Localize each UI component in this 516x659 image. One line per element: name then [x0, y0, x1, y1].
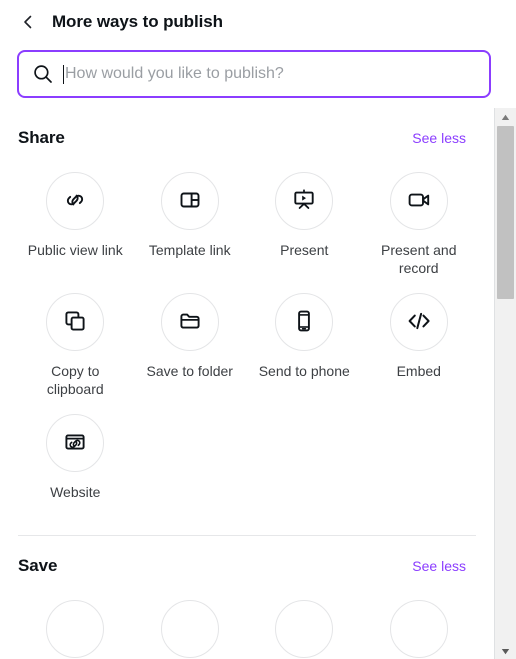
tile-partial[interactable] [133, 600, 248, 658]
text-caret [63, 64, 64, 84]
vertical-scrollbar[interactable] [494, 108, 516, 659]
tile-present[interactable]: Present [247, 172, 362, 277]
see-less-button-save[interactable]: See less [412, 558, 466, 574]
tile-partial[interactable] [362, 600, 477, 658]
tile-icon-circle [389, 600, 448, 658]
search-icon [31, 62, 55, 86]
see-less-button-share[interactable]: See less [412, 130, 466, 146]
tile-icon-circle [275, 600, 334, 658]
mobile-phone-icon [291, 308, 317, 337]
tile-icon-circle [46, 600, 105, 658]
tile-partial[interactable] [247, 600, 362, 658]
tile-public-view-link[interactable]: Public view link [18, 172, 133, 277]
tile-copy-to-clipboard[interactable]: Copy to clipboard [18, 293, 133, 398]
scroll-down-button[interactable] [495, 642, 516, 659]
tile-label: Website [50, 484, 101, 500]
scrollbar-thumb[interactable] [497, 126, 514, 299]
tile-label: Present [280, 242, 329, 258]
tile-present-and-record[interactable]: Present and record [362, 172, 477, 277]
triangle-up-icon [501, 108, 510, 126]
section-share: Share See less Public view link Template… [18, 108, 476, 536]
triangle-down-icon [501, 642, 510, 659]
section-header: Save See less [18, 556, 476, 582]
section-header: Share See less [18, 128, 476, 154]
copy-icon [62, 308, 88, 337]
publish-panel: More ways to publish Share See less [0, 0, 516, 659]
chevron-left-icon [19, 13, 37, 31]
code-brackets-icon [405, 307, 433, 338]
tile-icon-circle [160, 293, 219, 351]
tile-icon-circle [275, 293, 334, 351]
section-title: Save [18, 556, 58, 575]
page-title: More ways to publish [52, 12, 223, 31]
tile-icon-circle [46, 172, 105, 230]
tile-embed[interactable]: Embed [362, 293, 477, 398]
tile-label: Send to phone [258, 363, 350, 379]
layout-panel-icon [177, 187, 203, 216]
tile-icon-circle [160, 600, 219, 658]
scroll-up-button[interactable] [495, 108, 516, 125]
tile-icon-circle [275, 172, 334, 230]
tile-label: Public view link [27, 242, 123, 258]
link-icon [62, 187, 88, 216]
tile-icon-circle [46, 414, 105, 472]
search-field[interactable] [17, 50, 491, 98]
back-button[interactable] [14, 8, 42, 36]
tile-save-to-folder[interactable]: Save to folder [133, 293, 248, 398]
tile-label: Template link [148, 242, 231, 258]
tile-icon-circle [46, 293, 105, 351]
presentation-play-icon [291, 187, 317, 216]
share-tile-grid: Public view link Template link Present P… [18, 172, 476, 501]
panel-header: More ways to publish [0, 0, 516, 44]
tile-website[interactable]: Website [18, 414, 133, 501]
tile-label: Present and record [381, 242, 457, 276]
section-title: Share [18, 128, 65, 147]
tile-label: Save to folder [146, 363, 233, 379]
search-input[interactable] [65, 52, 477, 96]
save-tile-grid [18, 600, 476, 658]
tile-send-to-phone[interactable]: Send to phone [247, 293, 362, 398]
folder-icon [177, 308, 203, 337]
tile-icon-circle [389, 293, 448, 351]
scroll-content: Share See less Public view link Template… [0, 108, 494, 659]
section-save: Save See less [18, 536, 476, 658]
tile-icon-circle [389, 172, 448, 230]
tile-partial[interactable] [18, 600, 133, 658]
tile-template-link[interactable]: Template link [133, 172, 248, 277]
tile-label: Copy to clipboard [46, 363, 104, 397]
browser-link-icon [62, 429, 88, 458]
tile-label: Embed [396, 363, 441, 379]
video-camera-icon [406, 187, 432, 216]
tile-icon-circle [160, 172, 219, 230]
